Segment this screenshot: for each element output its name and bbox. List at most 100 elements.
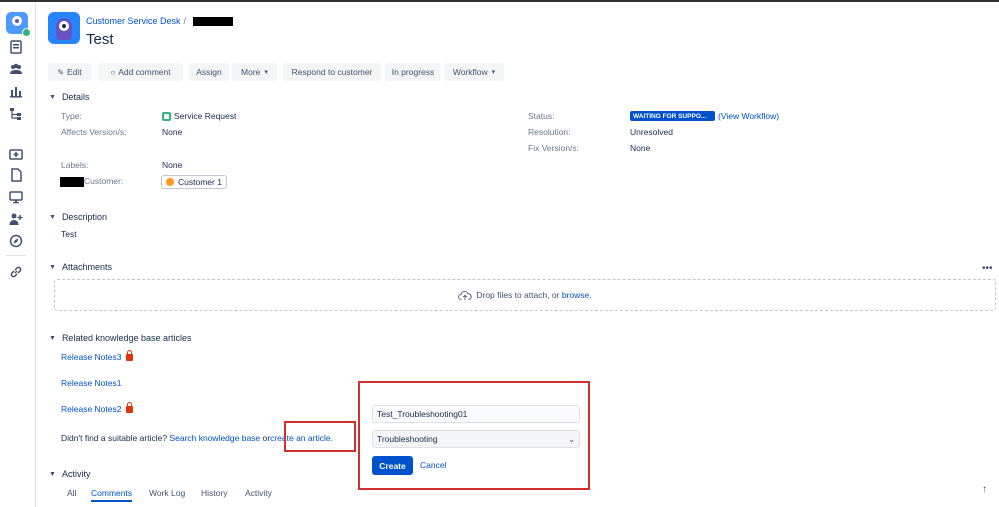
- attachments-toggle[interactable]: ▼ Attachments: [49, 262, 112, 272]
- assign-label: Assign: [196, 67, 222, 77]
- chevron-down-icon: ▼: [49, 263, 56, 271]
- kb-toggle[interactable]: ▼ Related knowledge base articles: [49, 333, 192, 343]
- description-toggle[interactable]: ▼ Description: [49, 212, 107, 222]
- add-comment-label: Add comment: [118, 67, 171, 77]
- attachment-dropzone[interactable]: Drop files to attach, or browse.: [54, 279, 996, 311]
- tab-comments[interactable]: Comments: [91, 488, 133, 502]
- attachments-heading: Attachments: [61, 262, 112, 272]
- kb-article-title: Release Notes2: [61, 404, 122, 414]
- redacted-field-prefix: [60, 176, 84, 187]
- resolution-value: Unresolved: [630, 127, 673, 137]
- workflow-label: Workflow: [452, 67, 488, 77]
- user-avatar-icon: [166, 178, 174, 186]
- edit-label: Edit: [67, 67, 82, 77]
- tab-activity[interactable]: Activity: [245, 488, 272, 498]
- browse-link[interactable]: browse.: [562, 290, 592, 300]
- type-value: Service Request: [162, 111, 237, 122]
- sort-arrow-up-icon[interactable]: ↑: [982, 484, 987, 495]
- kb-article-title: Release Notes3: [61, 352, 122, 362]
- respond-to-customer-button[interactable]: Respond to customer: [283, 63, 381, 81]
- link-icon[interactable]: [8, 264, 24, 280]
- affects-version-value: None: [162, 127, 183, 137]
- article-template-select[interactable]: Troubleshooting ⌄: [372, 430, 580, 448]
- fix-version-value: None: [630, 143, 651, 153]
- kb-article-link[interactable]: Release Notes3: [61, 349, 134, 362]
- in-progress-button[interactable]: In progress: [385, 63, 441, 81]
- add-comment-button[interactable]: ○ Add comment: [98, 63, 183, 81]
- customer-value: Customer 1: [178, 177, 222, 187]
- sidebar: [0, 2, 36, 507]
- lock-icon: [126, 401, 134, 413]
- type-value-text: Service Request: [174, 111, 237, 121]
- type-label: Type:: [61, 111, 82, 121]
- page-title: Test: [86, 31, 114, 48]
- hierarchy-icon[interactable]: [8, 106, 24, 122]
- kb-heading: Related knowledge base articles: [61, 333, 192, 343]
- top-border: [0, 0, 999, 2]
- highlight-create-article: [284, 421, 356, 452]
- details-heading: Details: [61, 92, 90, 102]
- search-kb-link[interactable]: Search knowledge base: [169, 433, 260, 443]
- assign-button[interactable]: Assign: [189, 63, 229, 81]
- chevron-down-icon: ▼: [49, 93, 56, 101]
- details-toggle[interactable]: ▼ Details: [49, 92, 89, 102]
- activity-toggle[interactable]: ▼ Activity: [49, 469, 90, 479]
- redacted-issue-key: [193, 17, 234, 27]
- add-item-icon[interactable]: [8, 146, 24, 162]
- tab-history[interactable]: History: [201, 488, 227, 498]
- kb-article-link[interactable]: Release Notes1: [61, 378, 121, 388]
- monitor-icon[interactable]: [8, 189, 24, 205]
- page-icon[interactable]: [8, 167, 24, 183]
- chevron-down-icon: ▼: [49, 334, 56, 342]
- status-badge[interactable]: WAITING FOR SUPPO...: [630, 111, 715, 121]
- reports-icon[interactable]: [8, 83, 24, 99]
- app-logo-icon[interactable]: [6, 12, 31, 37]
- drop-text: Drop files to attach, or: [476, 290, 560, 300]
- breadcrumb-separator: /: [183, 16, 187, 26]
- queues-icon[interactable]: [8, 39, 24, 55]
- chevron-down-icon: ▼: [49, 213, 56, 221]
- labels-label: Labels:: [61, 160, 89, 170]
- compass-icon[interactable]: [8, 233, 24, 249]
- activity-heading: Activity: [61, 469, 91, 479]
- cancel-button[interactable]: Cancel: [420, 460, 446, 470]
- lock-icon: [126, 349, 134, 361]
- labels-value: None: [162, 160, 183, 170]
- affects-version-label: Affects Version/s:: [61, 127, 127, 137]
- customers-icon[interactable]: [8, 61, 24, 77]
- respond-label: Respond to customer: [291, 67, 373, 77]
- service-request-icon: [162, 112, 171, 122]
- add-user-icon[interactable]: [8, 211, 24, 227]
- kb-article-title: Release Notes1: [61, 378, 122, 388]
- kb-prompt-text: Didn't find a suitable article?: [61, 433, 168, 443]
- status-label: Status:: [528, 111, 555, 121]
- chevron-down-icon: ▾: [264, 69, 268, 76]
- description-heading: Description: [61, 212, 107, 222]
- pencil-icon: ✎: [57, 67, 65, 77]
- customer-chip[interactable]: Customer 1: [161, 175, 227, 189]
- article-title-input[interactable]: Test_Troubleshooting01: [372, 405, 580, 423]
- more-button[interactable]: More ▾: [232, 63, 277, 81]
- breadcrumb-project-link[interactable]: Customer Service Desk: [86, 16, 181, 26]
- view-workflow-link[interactable]: (View Workflow): [718, 111, 779, 121]
- fix-version-label: Fix Version/s:: [528, 143, 580, 153]
- attachments-more-icon[interactable]: •••: [982, 263, 993, 274]
- customer-label: Customer:: [60, 176, 123, 187]
- tab-work-log[interactable]: Work Log: [149, 488, 185, 498]
- more-label: More: [241, 67, 261, 77]
- project-avatar[interactable]: [48, 12, 80, 44]
- create-article-popup: Test_Troubleshooting01 Troubleshooting ⌄ …: [358, 381, 590, 490]
- customer-label-text: Customer:: [84, 176, 124, 186]
- tab-all[interactable]: All: [67, 488, 76, 498]
- kb-article-link[interactable]: Release Notes2: [61, 401, 134, 414]
- breadcrumb: Customer Service Desk /: [86, 16, 234, 27]
- description-text: Test: [61, 229, 77, 239]
- upload-cloud-icon: [458, 290, 473, 300]
- comment-icon: ○: [110, 67, 116, 77]
- workflow-button[interactable]: Workflow ▾: [444, 63, 504, 81]
- create-button[interactable]: Create: [372, 456, 413, 475]
- sidebar-divider: [6, 255, 26, 256]
- edit-button[interactable]: ✎ Edit: [48, 63, 91, 81]
- chevron-down-icon: ▼: [49, 470, 56, 478]
- resolution-label: Resolution:: [528, 127, 571, 137]
